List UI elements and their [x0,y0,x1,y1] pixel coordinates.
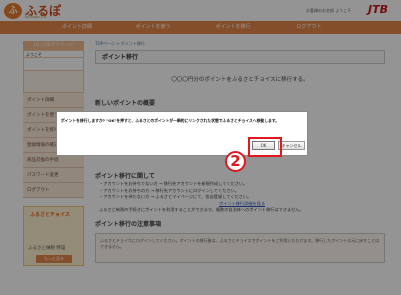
dialog-message: ポイントを移行しますか? "OK"を押すと、ふるさとのポイントが一瞬的にリンクさ… [61,118,279,123]
ok-highlight-box [248,137,282,157]
cancel-button[interactable]: キャンセル [278,141,305,150]
step-number-badge: 2 [225,151,246,172]
